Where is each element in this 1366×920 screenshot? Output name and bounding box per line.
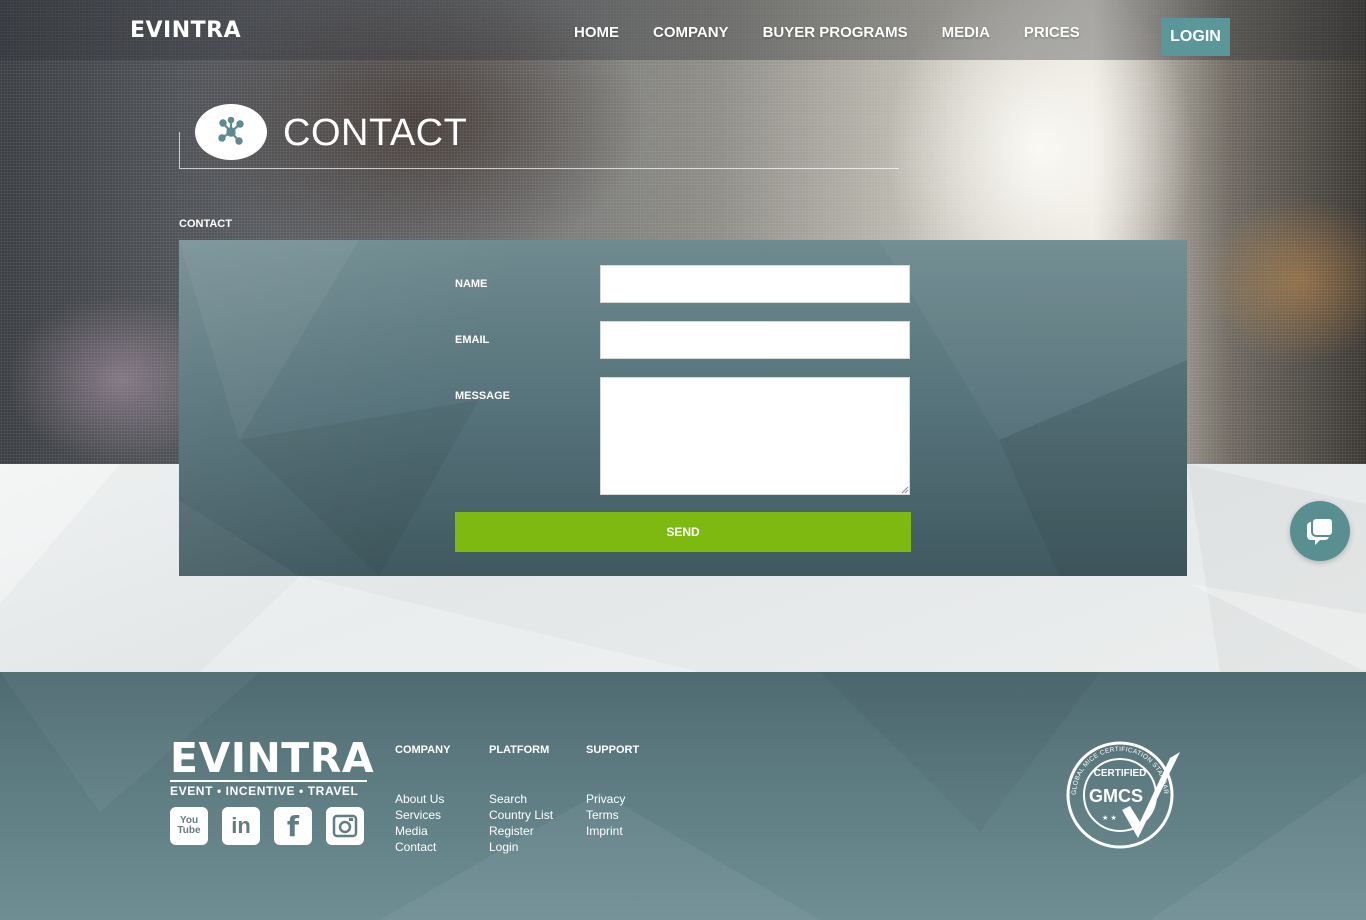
footer: EVINTRA EVENT • INCENTIVE • TRAVEL You T… bbox=[0, 672, 1366, 920]
chat-bubble-icon bbox=[1307, 517, 1334, 545]
login-button[interactable]: LOGIN bbox=[1161, 18, 1230, 56]
social-links: You Tube in f bbox=[170, 807, 378, 845]
send-button[interactable]: SEND bbox=[455, 512, 911, 552]
nav-item-home[interactable]: HOME bbox=[574, 24, 619, 41]
footer-tagline: EVENT • INCENTIVE • TRAVEL bbox=[170, 780, 367, 798]
chat-button[interactable] bbox=[1290, 501, 1350, 561]
nav-item-prices[interactable]: PRICES bbox=[1024, 24, 1080, 41]
footer-logo[interactable]: EVINTRA bbox=[170, 736, 374, 780]
nav-item-company[interactable]: COMPANY bbox=[653, 24, 729, 41]
site-logo[interactable]: EVINTRA bbox=[130, 18, 241, 43]
youtube-icon[interactable]: You Tube bbox=[170, 807, 208, 845]
network-nodes-icon bbox=[195, 104, 267, 160]
footer-link-register[interactable]: Register bbox=[489, 823, 553, 839]
section-label: CONTACT bbox=[179, 218, 232, 230]
footer-link-search[interactable]: Search bbox=[489, 791, 553, 807]
footer-column-platform: PLATFORM Search Country List Register Lo… bbox=[489, 744, 553, 855]
footer-link-services[interactable]: Services bbox=[395, 807, 450, 823]
instagram-icon[interactable] bbox=[326, 807, 364, 845]
footer-link-contact[interactable]: Contact bbox=[395, 839, 450, 855]
email-label: EMAIL bbox=[455, 334, 490, 346]
footer-column-company: COMPANY About Us Services Media Contact bbox=[395, 744, 450, 855]
resize-grip-icon[interactable] bbox=[901, 486, 909, 494]
gmcs-certification-badge: GLOBAL MICE CERTIFICATION STANDARD CERTI… bbox=[1062, 740, 1180, 849]
footer-link-country-list[interactable]: Country List bbox=[489, 807, 553, 823]
message-textarea[interactable] bbox=[600, 377, 910, 495]
main-nav: HOME COMPANY BUYER PROGRAMS MEDIA PRICES bbox=[574, 24, 1114, 41]
badge-main-text: GMCS bbox=[1089, 786, 1143, 806]
message-label: MESSAGE bbox=[455, 390, 511, 402]
footer-heading-company: COMPANY bbox=[395, 744, 451, 756]
page-title: CONTACT bbox=[283, 112, 468, 154]
footer-link-privacy[interactable]: Privacy bbox=[586, 791, 639, 807]
camera-glyph bbox=[332, 814, 358, 838]
facebook-icon-text: f bbox=[286, 809, 300, 843]
badge-stars: ★ ★ bbox=[1102, 814, 1117, 822]
footer-heading-support: SUPPORT bbox=[586, 744, 640, 756]
footer-column-support: SUPPORT Privacy Terms Imprint bbox=[586, 744, 639, 839]
linkedin-icon[interactable]: in bbox=[222, 807, 260, 845]
footer-link-about-us[interactable]: About Us bbox=[395, 791, 450, 807]
name-input[interactable] bbox=[600, 265, 910, 303]
name-label: NAME bbox=[455, 278, 488, 290]
nav-item-buyer-programs[interactable]: BUYER PROGRAMS bbox=[763, 24, 908, 41]
linkedin-icon-text: in bbox=[231, 813, 251, 838]
facebook-icon[interactable]: f bbox=[274, 807, 312, 845]
youtube-icon-text-bottom: Tube bbox=[177, 825, 201, 836]
nav-item-media[interactable]: MEDIA bbox=[942, 24, 990, 41]
footer-heading-platform: PLATFORM bbox=[489, 744, 550, 756]
footer-link-login[interactable]: Login bbox=[489, 839, 553, 855]
contact-form-panel: NAME EMAIL MESSAGE SEND bbox=[179, 240, 1187, 576]
badge-certified-text: CERTIFIED bbox=[1094, 768, 1147, 779]
footer-link-media[interactable]: Media bbox=[395, 823, 450, 839]
email-input[interactable] bbox=[600, 321, 910, 359]
footer-link-terms[interactable]: Terms bbox=[586, 807, 639, 823]
footer-link-imprint[interactable]: Imprint bbox=[586, 823, 639, 839]
